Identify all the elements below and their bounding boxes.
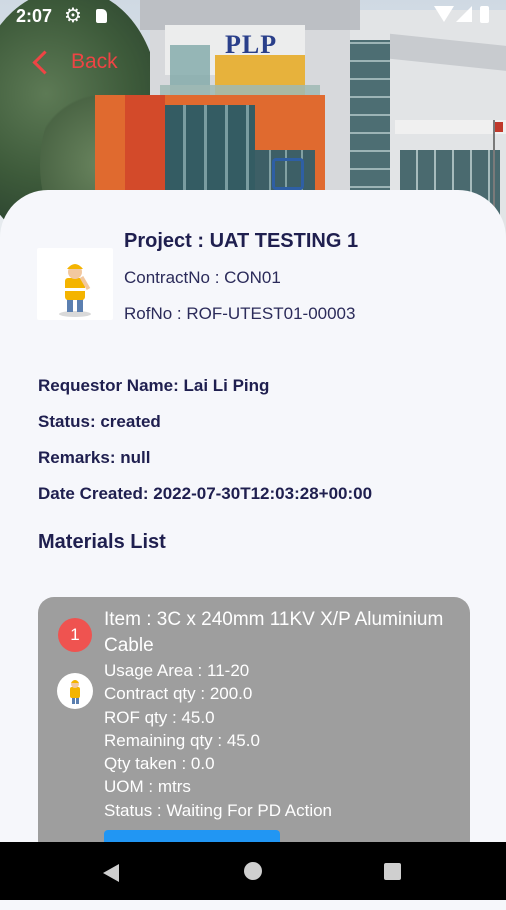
item-status: Status : Waiting For PD Action (104, 800, 333, 820)
back-label: Back (71, 50, 118, 73)
back-chevron-icon (32, 49, 57, 75)
building-sign: PLP (225, 30, 278, 59)
wifi-icon (434, 6, 454, 22)
contract-no: ContractNo : CON01 (124, 268, 281, 287)
nav-recents-icon[interactable] (384, 863, 401, 880)
uom: UOM : mtrs (104, 777, 191, 797)
material-item[interactable]: 1 Item : 3C x 240mm 11KV X/P Aluminium C… (38, 597, 470, 857)
nav-back-icon[interactable] (103, 864, 119, 882)
requestor-name: Requestor Name: Lai Li Ping (38, 376, 270, 395)
materials-heading: Materials List (38, 531, 166, 553)
settings-icon: ⚙ (64, 5, 82, 27)
item-name: Item : 3C x 240mm 11KV X/P Aluminium Cab… (104, 609, 444, 656)
nav-home-icon[interactable] (244, 862, 262, 880)
building-emblem-icon (272, 158, 304, 190)
battery-icon (480, 6, 489, 23)
usage-area: Usage Area : 11-20 (104, 661, 250, 680)
material-details: Item : 3C x 240mm 11KV X/P Aluminium Cab… (104, 607, 459, 822)
contract-qty: Contract qty : 200.0 (104, 684, 253, 704)
status-text: Status: created (38, 412, 161, 431)
rof-no: RofNo : ROF-UTEST01-00003 (124, 304, 356, 323)
sd-card-icon (96, 9, 107, 23)
signal-icon (456, 6, 472, 22)
remarks-text: Remarks: null (38, 448, 151, 467)
rof-qty: ROF qty : 45.0 (104, 707, 215, 727)
worker-icon (57, 673, 93, 709)
item-index-badge: 1 (58, 618, 92, 652)
date-created: Date Created: 2022-07-30T12:03:28+00:00 (38, 484, 373, 503)
worker-icon (37, 248, 113, 320)
remaining-qty: Remaining qty : 45.0 (104, 730, 260, 750)
project-title: Project : UAT TESTING 1 (124, 230, 359, 252)
back-button[interactable]: Back (30, 44, 118, 80)
status-bar: 2:07 ⚙ (0, 0, 506, 32)
qty-taken: Qty taken : 0.0 (104, 754, 215, 774)
status-time: 2:07 (16, 6, 53, 26)
